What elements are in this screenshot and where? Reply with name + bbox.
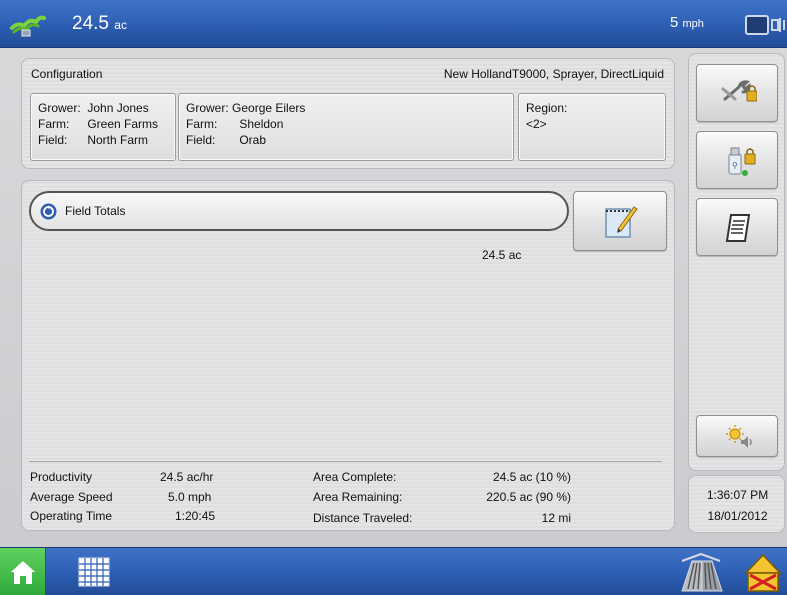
management-box[interactable]: Grower: George Eilers Farm: Sheldon Fiel… — [178, 93, 514, 161]
area-readout: 24.5 ac — [72, 13, 127, 35]
speed-unit: mph — [682, 18, 704, 30]
operating-time-value: 1:20:45 — [175, 509, 216, 523]
field-label: Field: — [38, 133, 68, 147]
usb-data-button[interactable]: ⚲ — [696, 131, 778, 189]
productivity-label: Productivity — [30, 470, 93, 484]
farm-label: Farm: — [186, 117, 218, 131]
usb-lock-icon: ⚲ — [728, 147, 756, 176]
clock-panel: 1:36:07 PM 18/01/2012 — [688, 475, 785, 533]
svg-text:⚲: ⚲ — [732, 161, 738, 170]
grower-value: John Jones — [87, 101, 149, 115]
refresh-icon — [40, 203, 57, 220]
stats-divider — [29, 461, 662, 462]
report-icon — [725, 214, 751, 242]
area-complete-label: Area Complete: — [313, 470, 397, 484]
clock-time: 1:36:07 PM — [706, 488, 769, 502]
grid-icon[interactable] — [78, 557, 110, 587]
notes-button[interactable] — [573, 191, 667, 251]
notepad-pencil-icon — [605, 206, 638, 238]
side-toolbar: ⚲ — [688, 53, 785, 471]
drive-icon[interactable] — [678, 553, 724, 593]
farm-label: Farm: — [38, 117, 70, 131]
field-totals-panel: Field Totals 24.5 ac Productivity 24.5 a… — [21, 180, 675, 531]
grower-label: Grower: — [186, 101, 229, 115]
farm-value: Sheldon — [239, 117, 284, 131]
distance-traveled-value: 12 mi — [541, 511, 571, 525]
field-value: North Farm — [87, 133, 149, 147]
display-status-icon[interactable] — [744, 14, 787, 36]
management-farm-row: Farm: Sheldon — [186, 116, 506, 132]
warning-icon[interactable] — [744, 553, 782, 593]
area-remaining-label: Area Remaining: — [313, 490, 403, 504]
region-box[interactable]: Region: <2> — [518, 93, 666, 161]
area-remaining-value: 220.5 ac (90 %) — [486, 490, 571, 504]
operation-grower-row: Grower: John Jones — [38, 100, 168, 116]
setup-button[interactable] — [696, 64, 778, 122]
grower-value: George Eilers — [232, 101, 306, 115]
area-complete-value: 24.5 ac (10 %) — [492, 470, 571, 484]
configuration-panel: Configuration New HollandT9000, Sprayer,… — [21, 58, 675, 169]
farm-value: Green Farms — [87, 117, 159, 131]
top-bar: 24.5 ac 5 mph — [0, 0, 787, 48]
field-value: Orab — [239, 133, 267, 147]
field-total-area: 24.5 ac — [482, 248, 522, 262]
configuration-title: Configuration — [31, 67, 103, 81]
area-unit: ac — [114, 18, 127, 32]
area-value: 24.5 — [72, 13, 109, 34]
reports-button[interactable] — [696, 198, 778, 256]
region-label: Region: — [526, 101, 568, 115]
clock-date: 18/01/2012 — [707, 509, 768, 523]
operating-time-label: Operating Time — [30, 509, 113, 523]
vehicle-configuration: New HollandT9000, Sprayer, DirectLiquid — [443, 67, 664, 81]
field-totals-selector[interactable]: Field Totals — [29, 191, 569, 231]
distance-traveled-label: Distance Traveled: — [313, 511, 413, 525]
management-grower-row: Grower: George Eilers — [186, 100, 506, 116]
speed-value: 5 — [670, 14, 679, 31]
brightness-volume-button[interactable] — [696, 415, 778, 457]
gps-signal-icon[interactable] — [8, 10, 48, 38]
home-button[interactable] — [0, 548, 46, 595]
grower-label: Grower: — [38, 101, 81, 115]
setup-lock-icon — [721, 80, 757, 102]
operation-farm-row: Farm: Green Farms — [38, 116, 168, 132]
average-speed-label: Average Speed — [30, 490, 113, 504]
field-label: Field: — [186, 133, 216, 147]
brightness-volume-icon — [726, 425, 752, 448]
operation-box[interactable]: Grower: John Jones Farm: Green Farms Fie… — [30, 93, 176, 161]
bottom-bar — [0, 547, 787, 595]
region-value: <2> — [526, 117, 547, 131]
average-speed-value: 5.0 mph — [168, 490, 212, 504]
management-field-row: Field: Orab — [186, 132, 506, 148]
home-icon — [11, 561, 35, 584]
productivity-value: 24.5 ac/hr — [160, 470, 214, 484]
field-totals-label: Field Totals — [65, 204, 126, 218]
operation-field-row: Field: North Farm — [38, 132, 168, 148]
speed-readout: 5 mph — [670, 14, 704, 31]
